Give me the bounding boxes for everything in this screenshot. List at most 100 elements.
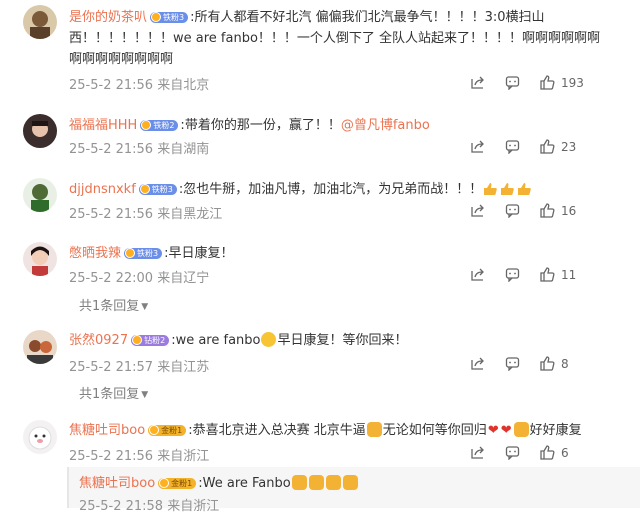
avatar[interactable]: [23, 242, 57, 276]
location: 来自浙江: [167, 499, 220, 514]
location: 来自浙江: [157, 449, 210, 464]
like-count: 23: [561, 140, 577, 154]
reply-text: :We are Fanbo: [198, 476, 291, 491]
comment-line-2: 西！！！！！！！we are fanbo！！！一个人倒下了 全队人站起来了！！！…: [69, 29, 600, 48]
comment-text: 啊啊啊啊啊啊啊啊: [69, 52, 174, 67]
like-icon[interactable]: [539, 445, 555, 464]
username[interactable]: djjdnsnxkf: [69, 182, 136, 197]
comment-icon[interactable]: [505, 267, 520, 286]
comment-line-1: 福福福HHH 铁粉2:带着你的那一份，赢了！！@曾凡博fanbo: [69, 116, 430, 135]
like-count: 11: [561, 268, 577, 282]
mention-link[interactable]: @曾凡博fanbo: [341, 118, 430, 133]
reply-meta: 25-5-2 21:58 来自浙江: [79, 495, 219, 514]
muscle-icon: [366, 422, 382, 437]
caret-down-icon: ▼: [141, 390, 149, 400]
comment-icon[interactable]: [505, 75, 520, 94]
replies-count-label: 共1条回复: [79, 299, 140, 314]
comment-actions: 11: [470, 267, 640, 283]
fan-badge: 金粉1: [148, 425, 187, 436]
username[interactable]: 张然0927: [69, 333, 128, 348]
thumbs-up-icon: [500, 181, 515, 196]
heart-icon: ❤: [500, 423, 512, 438]
comment-text: 早日康复！等你回来！: [277, 333, 408, 348]
comment-icon[interactable]: [505, 203, 520, 222]
comment-icon[interactable]: [505, 445, 520, 464]
like-count: 6: [561, 446, 569, 460]
muscle-icon: [513, 422, 529, 437]
comment-text: 西！！！！！！！we are fanbo！！！一个人倒下了 全队人站起来了！！！…: [69, 31, 601, 46]
like-icon[interactable]: [539, 75, 555, 94]
like-count: 16: [561, 204, 577, 218]
comment-line-1: 张然0927 钻粉2:we are fanbo 早日康复！等你回来！: [69, 331, 408, 350]
comment-text: 无论如何等你回归: [382, 423, 487, 438]
avatar[interactable]: [23, 330, 57, 364]
fan-badge: 铁粉3: [150, 12, 189, 23]
comment-text: 带着你的那一份，赢了！！: [184, 118, 341, 133]
username[interactable]: 福福福HHH: [69, 118, 137, 133]
share-icon[interactable]: [470, 267, 485, 286]
like-icon[interactable]: [539, 267, 555, 286]
fan-badge: 金粉1: [158, 478, 197, 489]
comment-line-1: 憋晒我辣 铁粉3:早日康复！: [69, 244, 234, 263]
share-icon[interactable]: [470, 445, 485, 464]
comment-line-1: 是你的奶茶叭 铁粉3:所有人都看不好北汽 偏偏我们北汽最争气！！！！3:0横扫山: [69, 8, 545, 27]
comment-actions: 6: [470, 445, 640, 461]
comment-actions: 16: [470, 203, 640, 219]
comment-actions: 23: [470, 139, 640, 155]
username[interactable]: 憋晒我辣: [69, 246, 121, 261]
share-icon[interactable]: [470, 139, 485, 158]
timestamp: 25-5-2 21:57: [69, 360, 154, 375]
avatar[interactable]: [23, 178, 57, 212]
avatar[interactable]: [23, 114, 57, 148]
view-replies-link[interactable]: 共1条回复 ▼: [79, 295, 148, 314]
comment-line-1: 焦糖吐司boo 金粉1:恭喜北京进入总决赛 北京牛逼 无论如何等你回归❤ ❤ 好好康复: [69, 421, 582, 440]
comment-text: 好好康复: [529, 423, 582, 438]
comment-line-1: djjdnsnxkf 铁粉3:忽也牛掰，加油凡博，加油北汽，为兄弟而战！！！: [69, 180, 533, 199]
share-icon[interactable]: [470, 75, 485, 94]
comment-icon[interactable]: [505, 139, 520, 158]
like-icon[interactable]: [539, 139, 555, 158]
fan-badge: 铁粉3: [138, 184, 177, 195]
comment-text: 恭喜北京进入总决赛 北京牛逼: [192, 423, 366, 438]
location: 来自黑龙江: [157, 207, 223, 222]
timestamp: 25-5-2 21:56: [69, 78, 154, 93]
comment-meta: 25-5-2 21:57 来自江苏: [69, 356, 209, 375]
location: 来自湖南: [157, 142, 210, 157]
muscle-icon: [325, 475, 341, 490]
heart-icon: ❤: [487, 423, 499, 438]
emoji-icon: [261, 332, 277, 347]
thumbs-up-icon: [517, 181, 532, 196]
muscle-icon: [308, 475, 324, 490]
like-icon[interactable]: [539, 203, 555, 222]
comment-text: 忽也牛掰，加油凡博，加油北汽，为兄弟而战！！！: [183, 182, 483, 197]
timestamp: 25-5-2 21:56: [69, 449, 154, 464]
timestamp: 25-5-2 21:56: [69, 207, 154, 222]
view-replies-link[interactable]: 共1条回复 ▼: [79, 383, 148, 402]
comment-meta: 25-5-2 22:00 来自辽宁: [69, 267, 209, 286]
caret-down-icon: ▼: [141, 302, 149, 312]
comment-meta: 25-5-2 21:56 来自湖南: [69, 138, 209, 157]
thumbs-up-icon: [483, 181, 498, 196]
like-icon[interactable]: [539, 356, 555, 375]
timestamp: 25-5-2 21:58: [79, 499, 164, 514]
fan-badge: 铁粉2: [140, 120, 179, 131]
comment-text: 所有人都看不好北汽 偏偏我们北汽最争气！！！！3:0横扫山: [194, 10, 545, 25]
location: 来自江苏: [157, 360, 210, 375]
comment-actions: 193: [470, 75, 640, 91]
avatar[interactable]: [23, 5, 57, 39]
comment-line-3: 啊啊啊啊啊啊啊啊: [69, 50, 173, 69]
muscle-icon: [342, 475, 358, 490]
share-icon[interactable]: [470, 356, 485, 375]
nested-reply: 焦糖吐司boo 金粉1:We are Fanbo 25-5-2 21:58 来自浙…: [67, 467, 640, 514]
username[interactable]: 焦糖吐司boo: [69, 423, 145, 438]
muscle-icon: [291, 475, 307, 490]
username[interactable]: 是你的奶茶叭: [69, 10, 147, 25]
username[interactable]: 焦糖吐司boo: [79, 476, 155, 491]
reply-line: 焦糖吐司boo 金粉1:We are Fanbo: [79, 472, 359, 491]
timestamp: 25-5-2 22:00: [69, 271, 154, 286]
share-icon[interactable]: [470, 203, 485, 222]
comment-text: 早日康复！: [168, 246, 234, 261]
avatar[interactable]: [23, 420, 57, 454]
comment-icon[interactable]: [505, 356, 520, 375]
timestamp: 25-5-2 21:56: [69, 142, 154, 157]
